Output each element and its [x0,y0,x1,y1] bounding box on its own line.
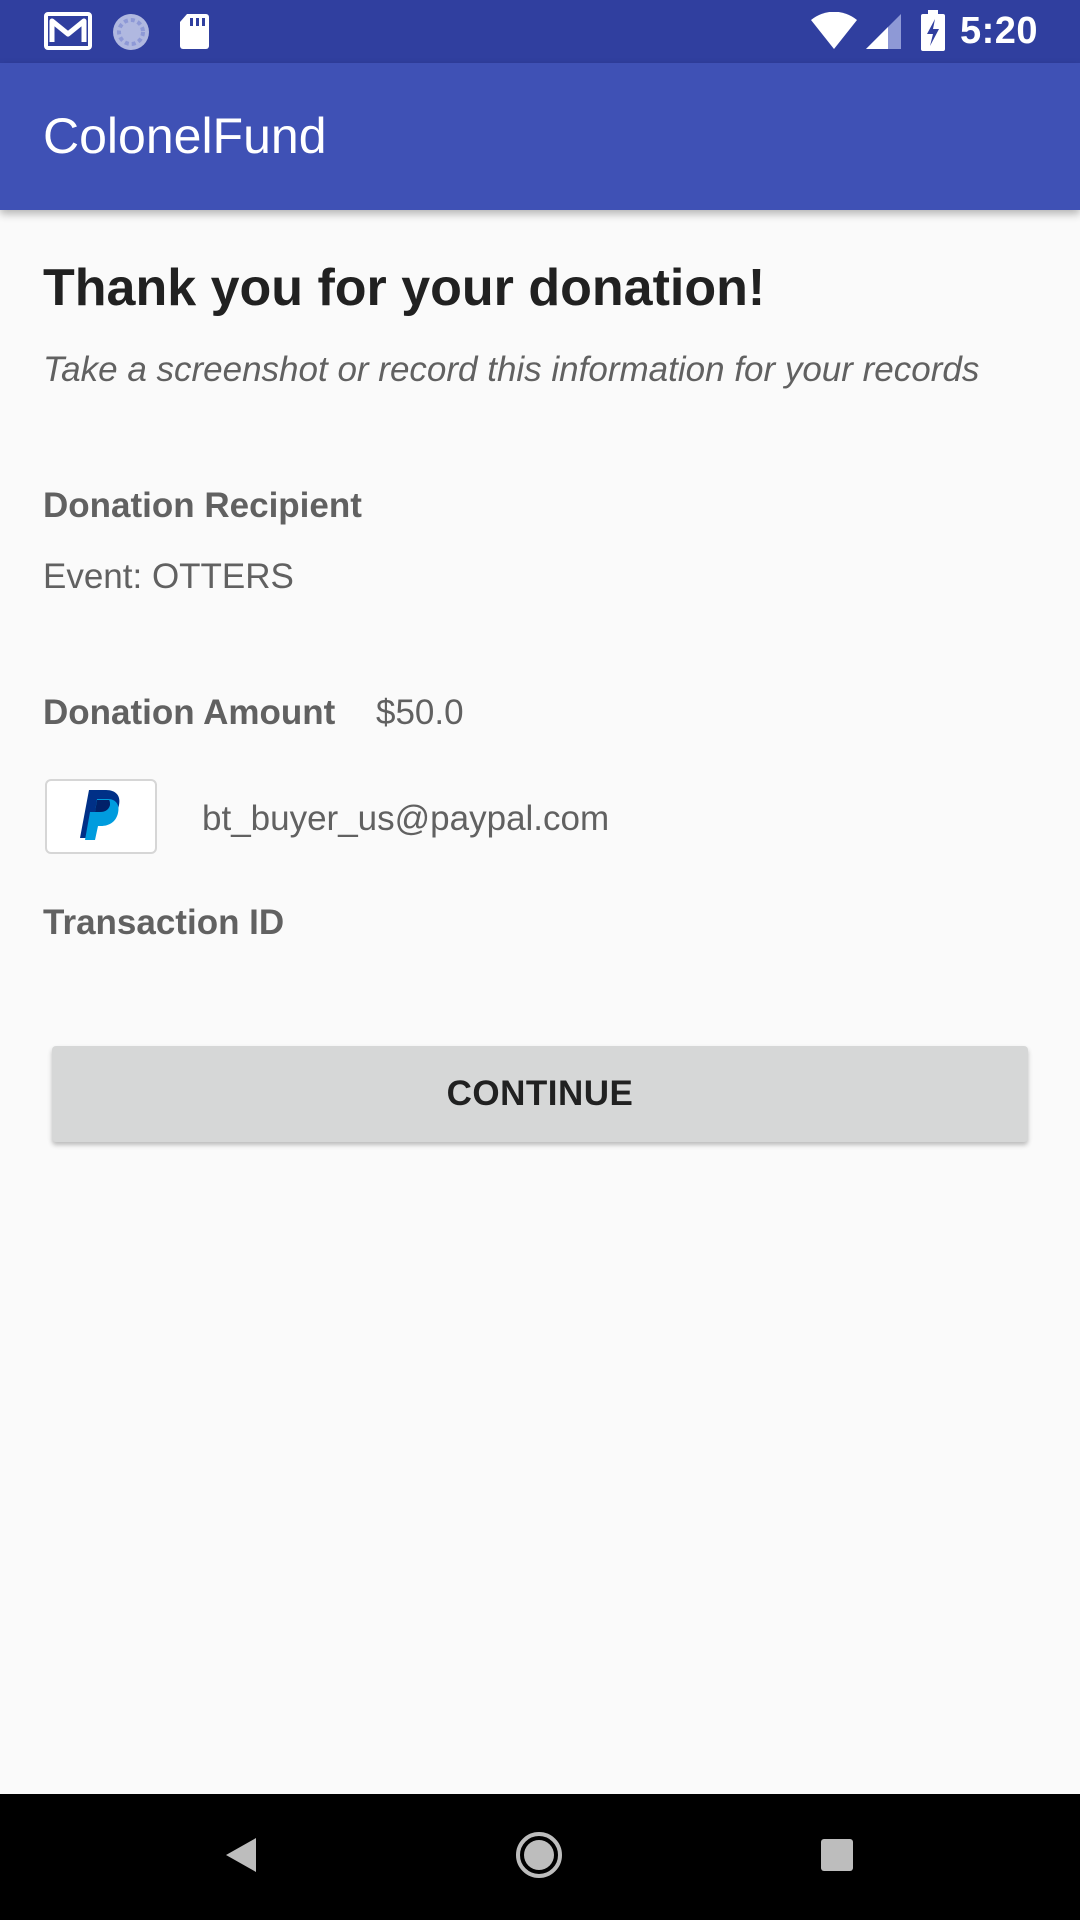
page-title: Thank you for your donation! [43,259,766,317]
donation-confirmation: Thank you for your donation! Take a scre… [0,210,1080,1794]
paypal-icon [76,786,126,847]
transaction-id-label: Transaction ID [43,903,285,942]
app-title: ColonelFund [43,108,327,164]
recipient-value: Event: OTTERS [43,557,294,596]
recents-icon [820,1838,854,1877]
battery-charging-icon [920,10,946,57]
recipient-label: Donation Recipient [43,486,362,525]
app-bar: ColonelFund [0,63,1080,210]
status-bar: 5:20 [0,0,1080,63]
payment-email: bt_buyer_us@paypal.com [202,799,610,838]
continue-button[interactable]: CONTINUE [52,1046,1028,1142]
home-icon [514,1830,564,1885]
wifi-icon [810,11,858,55]
page-subtitle: Take a screenshot or record this informa… [43,350,980,389]
sync-icon [111,12,151,57]
signal-icon [864,12,902,55]
paypal-badge [45,779,157,854]
screen: 5:20 ColonelFund Thank you for your dona… [0,0,1080,1920]
gmail-icon [44,12,92,55]
status-time: 5:20 [959,10,1038,52]
recents-button[interactable] [757,1794,917,1920]
home-button[interactable] [459,1794,619,1920]
nav-bar [0,1794,1080,1920]
amount-value: $50.0 [376,693,464,732]
sd-card-icon [178,12,210,55]
back-icon [224,1836,258,1879]
amount-label: Donation Amount [43,693,336,732]
back-button[interactable] [161,1794,321,1920]
